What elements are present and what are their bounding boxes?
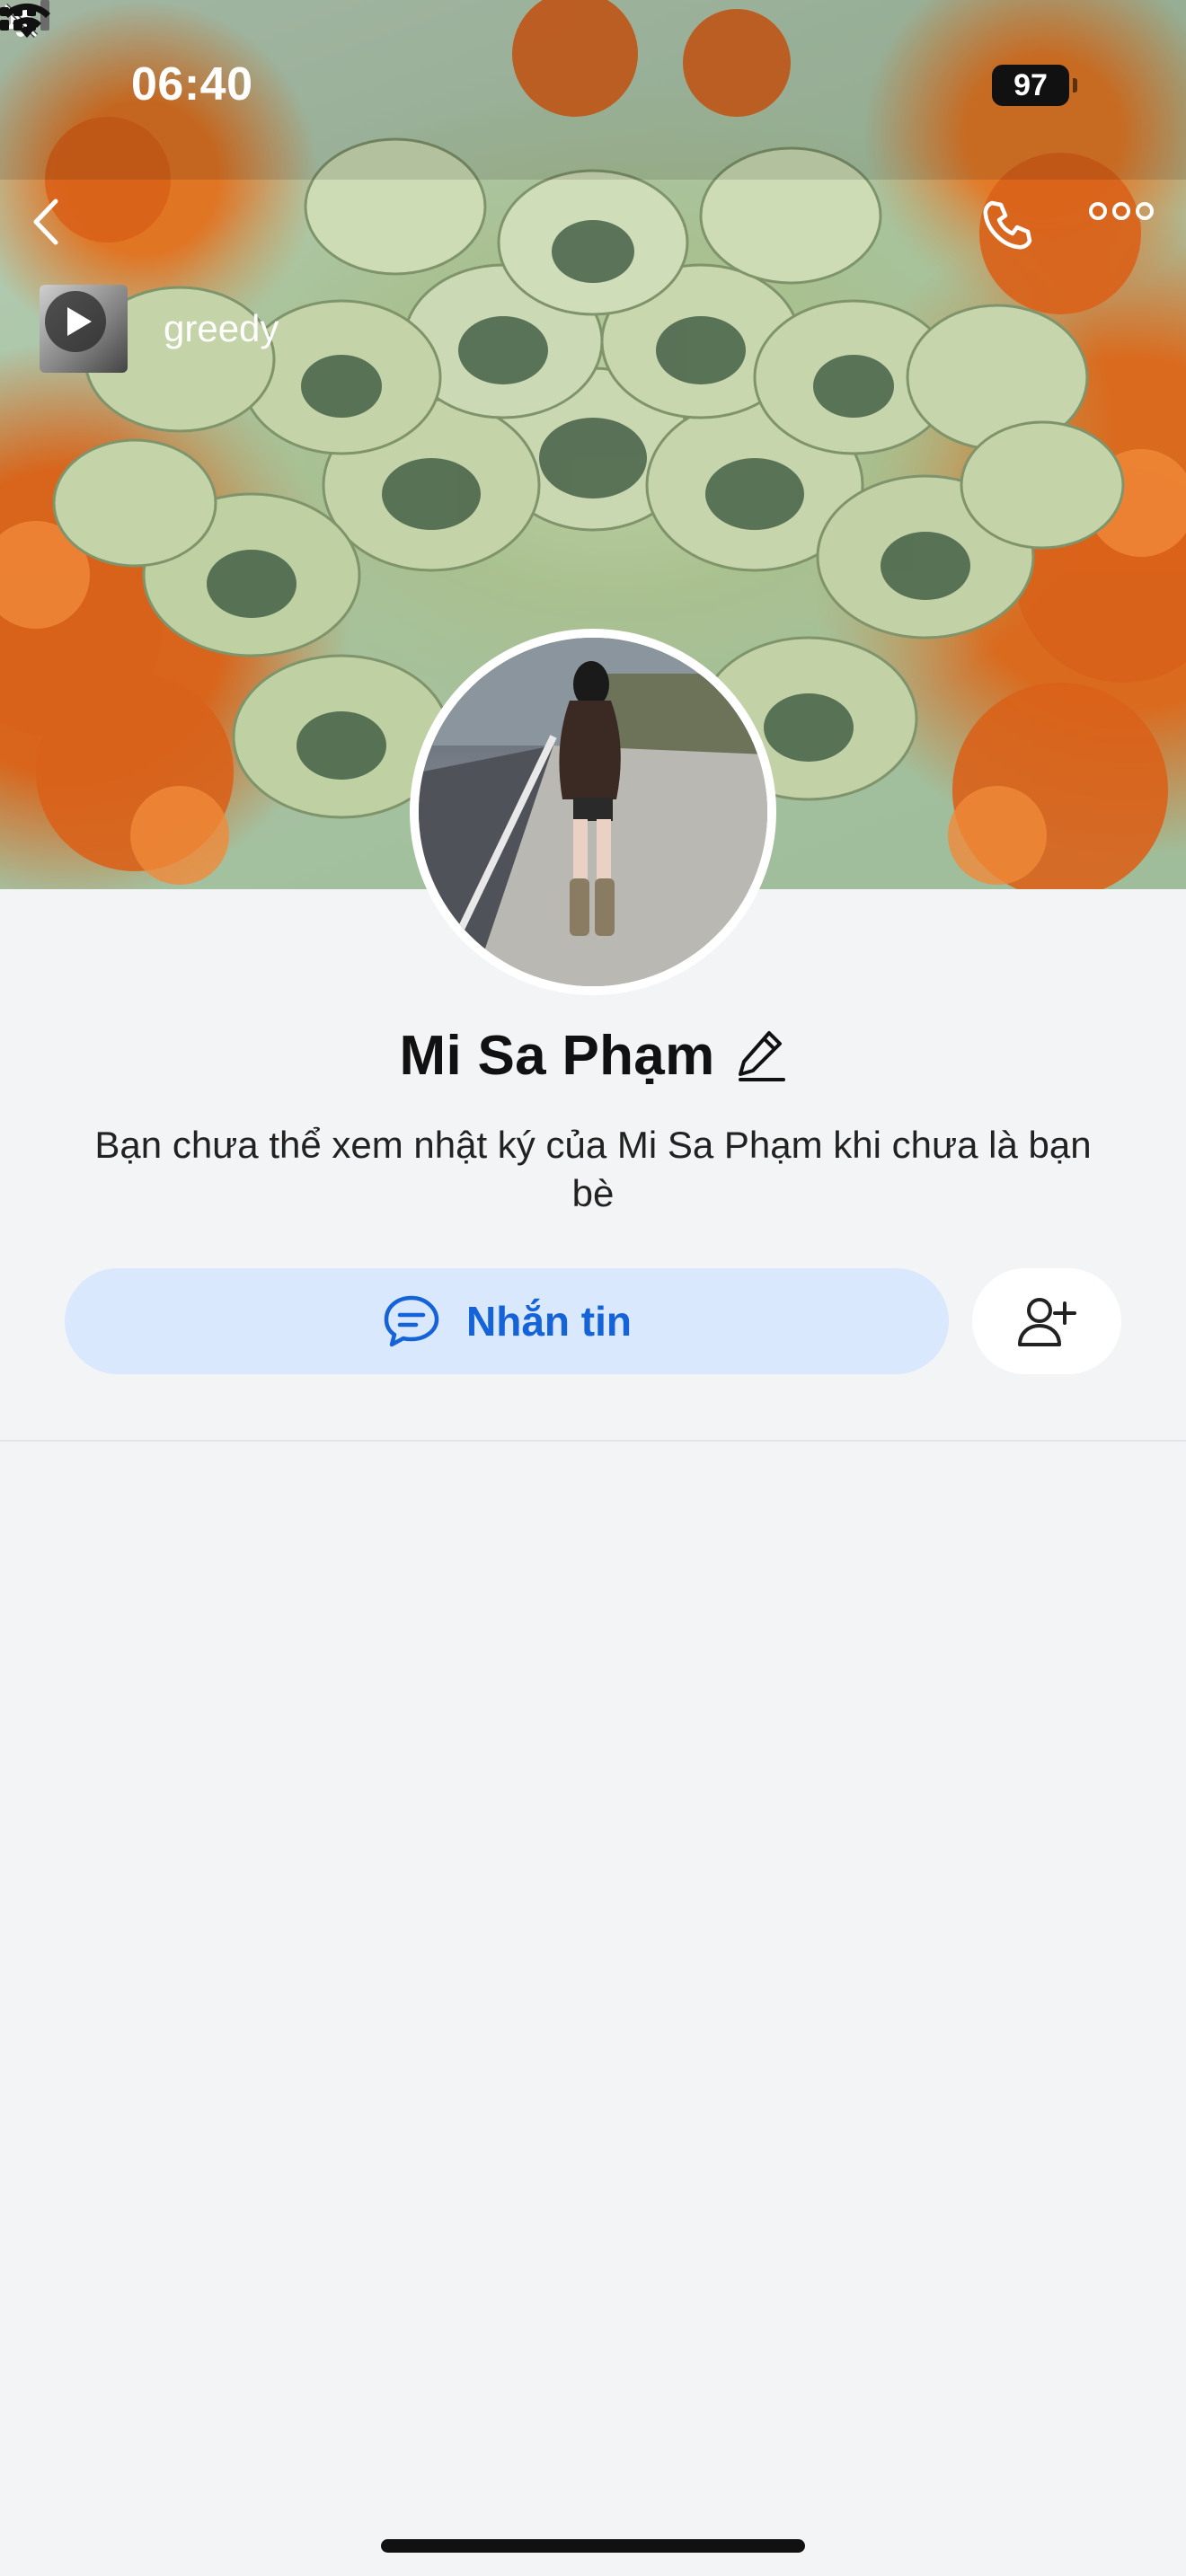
wifi-icon [4,3,50,38]
battery-indicator: 97 [992,65,1077,106]
phone-icon [983,200,1032,250]
pencil-icon [738,1031,785,1081]
profile-screen: 06:40 97 greedy Mi Sa Phạm Bạn chưa thể … [0,0,1186,2576]
back-button[interactable] [31,198,79,253]
chat-bubble-icon [384,1295,439,1347]
add-friend-button[interactable] [972,1268,1121,1374]
avatar-photo [419,638,767,986]
profile-music[interactable]: greedy [40,285,279,373]
avatar[interactable] [410,629,776,995]
home-indicator[interactable] [381,2539,805,2553]
status-time: 06:40 [131,58,253,110]
more-options-button[interactable] [1089,201,1161,251]
music-title: greedy [164,307,279,349]
chevron-left-icon [33,198,58,245]
profile-name: Mi Sa Phạm [399,1024,715,1087]
more-horizontal-icon [1089,202,1154,220]
music-thumbnail[interactable] [40,285,128,373]
user-plus-icon [1018,1298,1076,1346]
play-icon [45,291,106,352]
call-button[interactable] [979,198,1039,257]
status-bar: 06:40 97 [0,0,1186,171]
avatar-photo-art [419,638,767,986]
privacy-notice: Bạn chưa thể xem nhật ký của Mi Sa Phạm … [94,1124,1092,1214]
message-button-label: Nhắn tin [466,1298,632,1345]
profile-name-row: Mi Sa Phạm [0,1017,1186,1094]
edit-name-button[interactable] [735,1028,787,1083]
section-divider [0,1440,1186,1442]
message-button[interactable]: Nhắn tin [65,1268,949,1374]
